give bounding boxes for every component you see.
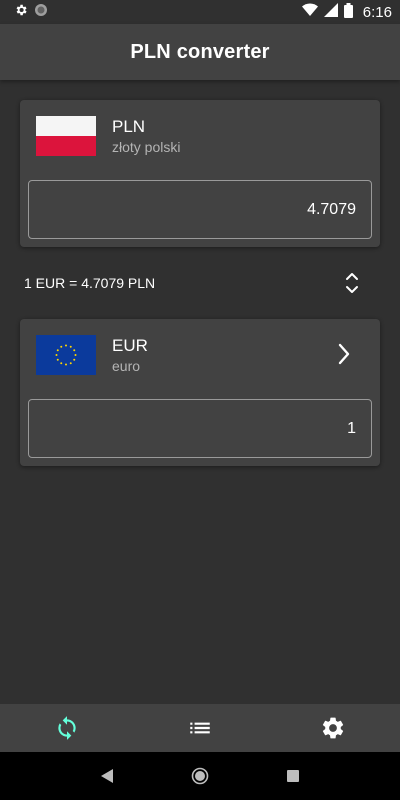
to-currency-name: euro: [112, 358, 141, 374]
settings-status-icon: [14, 3, 28, 22]
page-title: PLN converter: [130, 40, 270, 63]
status-time: 6:16: [362, 3, 392, 21]
eu-flag-icon: [36, 335, 96, 375]
bottom-navigation: [0, 704, 400, 752]
from-currency-card: PLN złoty polski 4.7079: [20, 100, 380, 247]
list-icon: [190, 722, 210, 734]
recents-button[interactable]: [281, 764, 305, 788]
battery-icon: [343, 2, 353, 22]
wifi-icon: [301, 3, 318, 21]
from-currency-code: PLN: [112, 117, 146, 136]
system-navigation-bar: [0, 752, 400, 800]
exchange-rate-text: 1 EUR = 4.7079 PLN: [24, 275, 156, 291]
home-icon: [191, 767, 209, 785]
poland-flag-icon: [36, 116, 96, 156]
back-icon: [100, 769, 113, 783]
back-button[interactable]: [95, 764, 119, 788]
signal-icon: [323, 3, 338, 21]
from-currency-name: złoty polski: [112, 139, 181, 155]
chevron-right-icon: [338, 343, 350, 365]
circle-status-icon: [34, 3, 48, 22]
to-amount-field[interactable]: 1: [28, 399, 372, 458]
app-bar: PLN converter: [0, 24, 400, 80]
status-bar: 6:16: [0, 0, 400, 24]
settings-icon: [323, 717, 344, 739]
swap-icon: [346, 273, 358, 293]
select-currency-button[interactable]: [330, 340, 358, 368]
recents-icon: [287, 770, 300, 782]
to-currency-code: EUR: [112, 336, 148, 355]
nav-settings[interactable]: [267, 704, 400, 752]
sync-icon: [57, 716, 76, 740]
nav-converter[interactable]: [0, 704, 133, 752]
to-currency-card[interactable]: EUR euro 1: [20, 319, 380, 466]
from-amount-value: 4.7079: [307, 200, 356, 218]
swap-currencies-button[interactable]: [338, 268, 366, 298]
home-button[interactable]: [188, 764, 212, 788]
from-amount-field[interactable]: 4.7079: [28, 180, 372, 239]
nav-list[interactable]: [133, 704, 266, 752]
to-amount-value: 1: [347, 419, 356, 437]
